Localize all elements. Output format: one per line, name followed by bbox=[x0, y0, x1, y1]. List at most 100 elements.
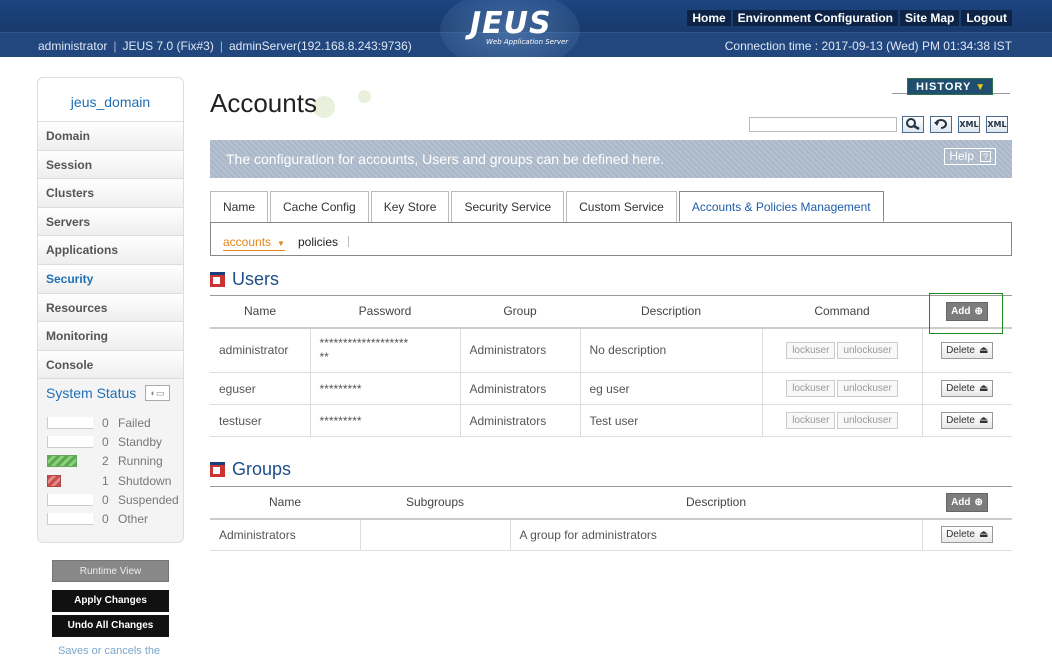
apply-changes-button[interactable]: Apply Changes bbox=[52, 590, 169, 612]
nav-site-map[interactable]: Site Map bbox=[900, 10, 960, 26]
password-line: ******************* bbox=[319, 336, 409, 351]
nav-logout[interactable]: Logout bbox=[961, 10, 1012, 26]
group-cell: Administrators bbox=[459, 404, 580, 437]
status-label: Other bbox=[118, 511, 149, 526]
sidebar-item-applications[interactable]: Applications bbox=[38, 236, 183, 265]
delete-button[interactable]: Delete ⏏ bbox=[941, 380, 994, 397]
description-cell: Test user bbox=[579, 404, 762, 437]
password-cell: ********* bbox=[309, 372, 460, 405]
sidebar-item-security[interactable]: Security bbox=[38, 264, 183, 294]
table-row: administrator ******************* ** Admi… bbox=[210, 327, 1012, 373]
delete-button[interactable]: Delete ⏏ bbox=[941, 526, 994, 544]
tab-accounts-policies-management[interactable]: Accounts & Policies Management bbox=[678, 191, 884, 222]
section-icon bbox=[210, 461, 225, 477]
column-header: Group bbox=[460, 295, 580, 329]
subtab-accounts[interactable]: accounts ▼ bbox=[223, 235, 285, 251]
column-header: Description bbox=[580, 295, 762, 329]
unlockuser-button[interactable]: unlockuser bbox=[837, 412, 898, 429]
delete-icon: ⏏ bbox=[978, 529, 989, 541]
group-name-cell: Administrators bbox=[210, 518, 360, 551]
status-bar bbox=[47, 436, 93, 449]
sidebar-note: Saves or cancels the bbox=[58, 645, 161, 657]
table-header-row: Name Subgroups Description Add ⊕ bbox=[210, 486, 1012, 520]
sidebar-item-servers[interactable]: Servers bbox=[38, 207, 183, 237]
subtab-policies[interactable]: policies bbox=[298, 235, 338, 249]
column-header: Name bbox=[210, 486, 360, 520]
user-name-cell: testuser bbox=[210, 404, 310, 437]
delete-button[interactable]: Delete ⏏ bbox=[941, 412, 994, 429]
description-cell: No description bbox=[579, 327, 762, 373]
history-button[interactable]: HISTORY ▼ bbox=[907, 78, 993, 95]
tab-cache-config[interactable]: Cache Config bbox=[270, 191, 369, 222]
table-header-row: Name Password Group Description Command … bbox=[210, 295, 1012, 329]
status-count: 0 bbox=[102, 511, 109, 526]
status-bar bbox=[47, 416, 93, 429]
nav-home[interactable]: Home bbox=[687, 10, 731, 26]
lockuser-button[interactable]: lockuser bbox=[786, 380, 836, 397]
status-bar bbox=[47, 493, 93, 506]
history-label: HISTORY bbox=[916, 81, 972, 93]
search-icon[interactable] bbox=[902, 116, 924, 133]
password-cell: ********* bbox=[309, 404, 460, 437]
logo-subtitle: Web Application Server bbox=[486, 38, 569, 46]
status-suspended: 0 Suspended bbox=[38, 490, 183, 509]
status-label: Suspended bbox=[118, 492, 179, 507]
delete-cell: Delete ⏏ bbox=[921, 518, 1012, 551]
column-header: Subgroups bbox=[360, 486, 510, 520]
description-cell: eg user bbox=[579, 372, 762, 405]
nav-environment-configuration[interactable]: Environment Configuration bbox=[732, 10, 898, 26]
description-banner: The configuration for accounts, Users an… bbox=[210, 140, 1012, 178]
refresh-icon[interactable] bbox=[930, 116, 952, 133]
undo-all-changes-button[interactable]: Undo All Changes bbox=[52, 615, 169, 637]
add-button-highlight bbox=[929, 293, 1003, 334]
sidebar-item-monitoring[interactable]: Monitoring bbox=[38, 322, 183, 351]
sidebar-item-domain[interactable]: Domain bbox=[38, 122, 183, 151]
sidebar-item-console[interactable]: Console bbox=[38, 350, 183, 380]
separator: | bbox=[113, 39, 117, 53]
delete-icon: ⏏ bbox=[978, 415, 989, 426]
search-input[interactable] bbox=[749, 117, 897, 132]
runtime-view-button[interactable]: Runtime View bbox=[52, 560, 169, 582]
tab-key-store[interactable]: Key Store bbox=[370, 191, 450, 222]
refresh-icon-glyph bbox=[934, 119, 947, 129]
delete-icon: ⏏ bbox=[978, 344, 989, 356]
xml-export-icon[interactable]: XML bbox=[958, 116, 980, 133]
users-table: Name Password Group Description Command … bbox=[210, 295, 1012, 437]
delete-label: Delete bbox=[946, 344, 975, 356]
add-group-button[interactable]: Add ⊕ bbox=[946, 492, 988, 512]
status-bar bbox=[47, 512, 93, 525]
domain-name[interactable]: jeus_domain bbox=[38, 78, 183, 122]
group-cell: Administrators bbox=[459, 327, 580, 373]
sidebar: jeus_domain Domain Session Clusters Serv… bbox=[37, 77, 184, 543]
unlockuser-button[interactable]: unlockuser bbox=[837, 380, 898, 397]
group-cell: Administrators bbox=[459, 372, 580, 405]
status-shutdown: 1 Shutdown bbox=[38, 471, 183, 490]
status-standby: 0 Standby bbox=[38, 433, 183, 452]
lockuser-button[interactable]: lockuser bbox=[786, 341, 836, 359]
system-status-label: System Status bbox=[46, 385, 137, 402]
help-label: Help bbox=[949, 149, 974, 163]
chevron-down-icon: ▼ bbox=[975, 82, 987, 93]
status-count: 0 bbox=[102, 492, 109, 507]
question-icon: ? bbox=[980, 151, 991, 162]
sidebar-item-resources[interactable]: Resources bbox=[38, 293, 183, 323]
help-button[interactable]: Help? bbox=[944, 148, 996, 165]
jeus-logo: JEUS bbox=[470, 6, 552, 41]
tab-security-service[interactable]: Security Service bbox=[451, 191, 565, 222]
decoration-circle bbox=[358, 90, 371, 103]
tab-name[interactable]: Name bbox=[210, 191, 269, 222]
status-other: 0 Other bbox=[38, 509, 183, 528]
command-cell: lockuser unlockuser bbox=[761, 404, 922, 437]
sidebar-item-clusters[interactable]: Clusters bbox=[38, 179, 183, 208]
add-icon: ⊕ bbox=[974, 496, 983, 508]
delete-button[interactable]: Delete ⏏ bbox=[941, 341, 994, 359]
status-running: 2 Running bbox=[38, 452, 183, 471]
sidebar-item-session[interactable]: Session bbox=[38, 150, 183, 180]
groups-table: Name Subgroups Description Add ⊕ Administ… bbox=[210, 486, 1012, 551]
lockuser-button[interactable]: lockuser bbox=[786, 412, 836, 429]
delete-label: Delete bbox=[946, 383, 975, 394]
xml-import-icon[interactable]: XML bbox=[986, 116, 1008, 133]
toggle-icon[interactable]: ◐▭ bbox=[145, 385, 170, 402]
tab-custom-service[interactable]: Custom Service bbox=[566, 191, 677, 222]
unlockuser-button[interactable]: unlockuser bbox=[837, 341, 898, 359]
